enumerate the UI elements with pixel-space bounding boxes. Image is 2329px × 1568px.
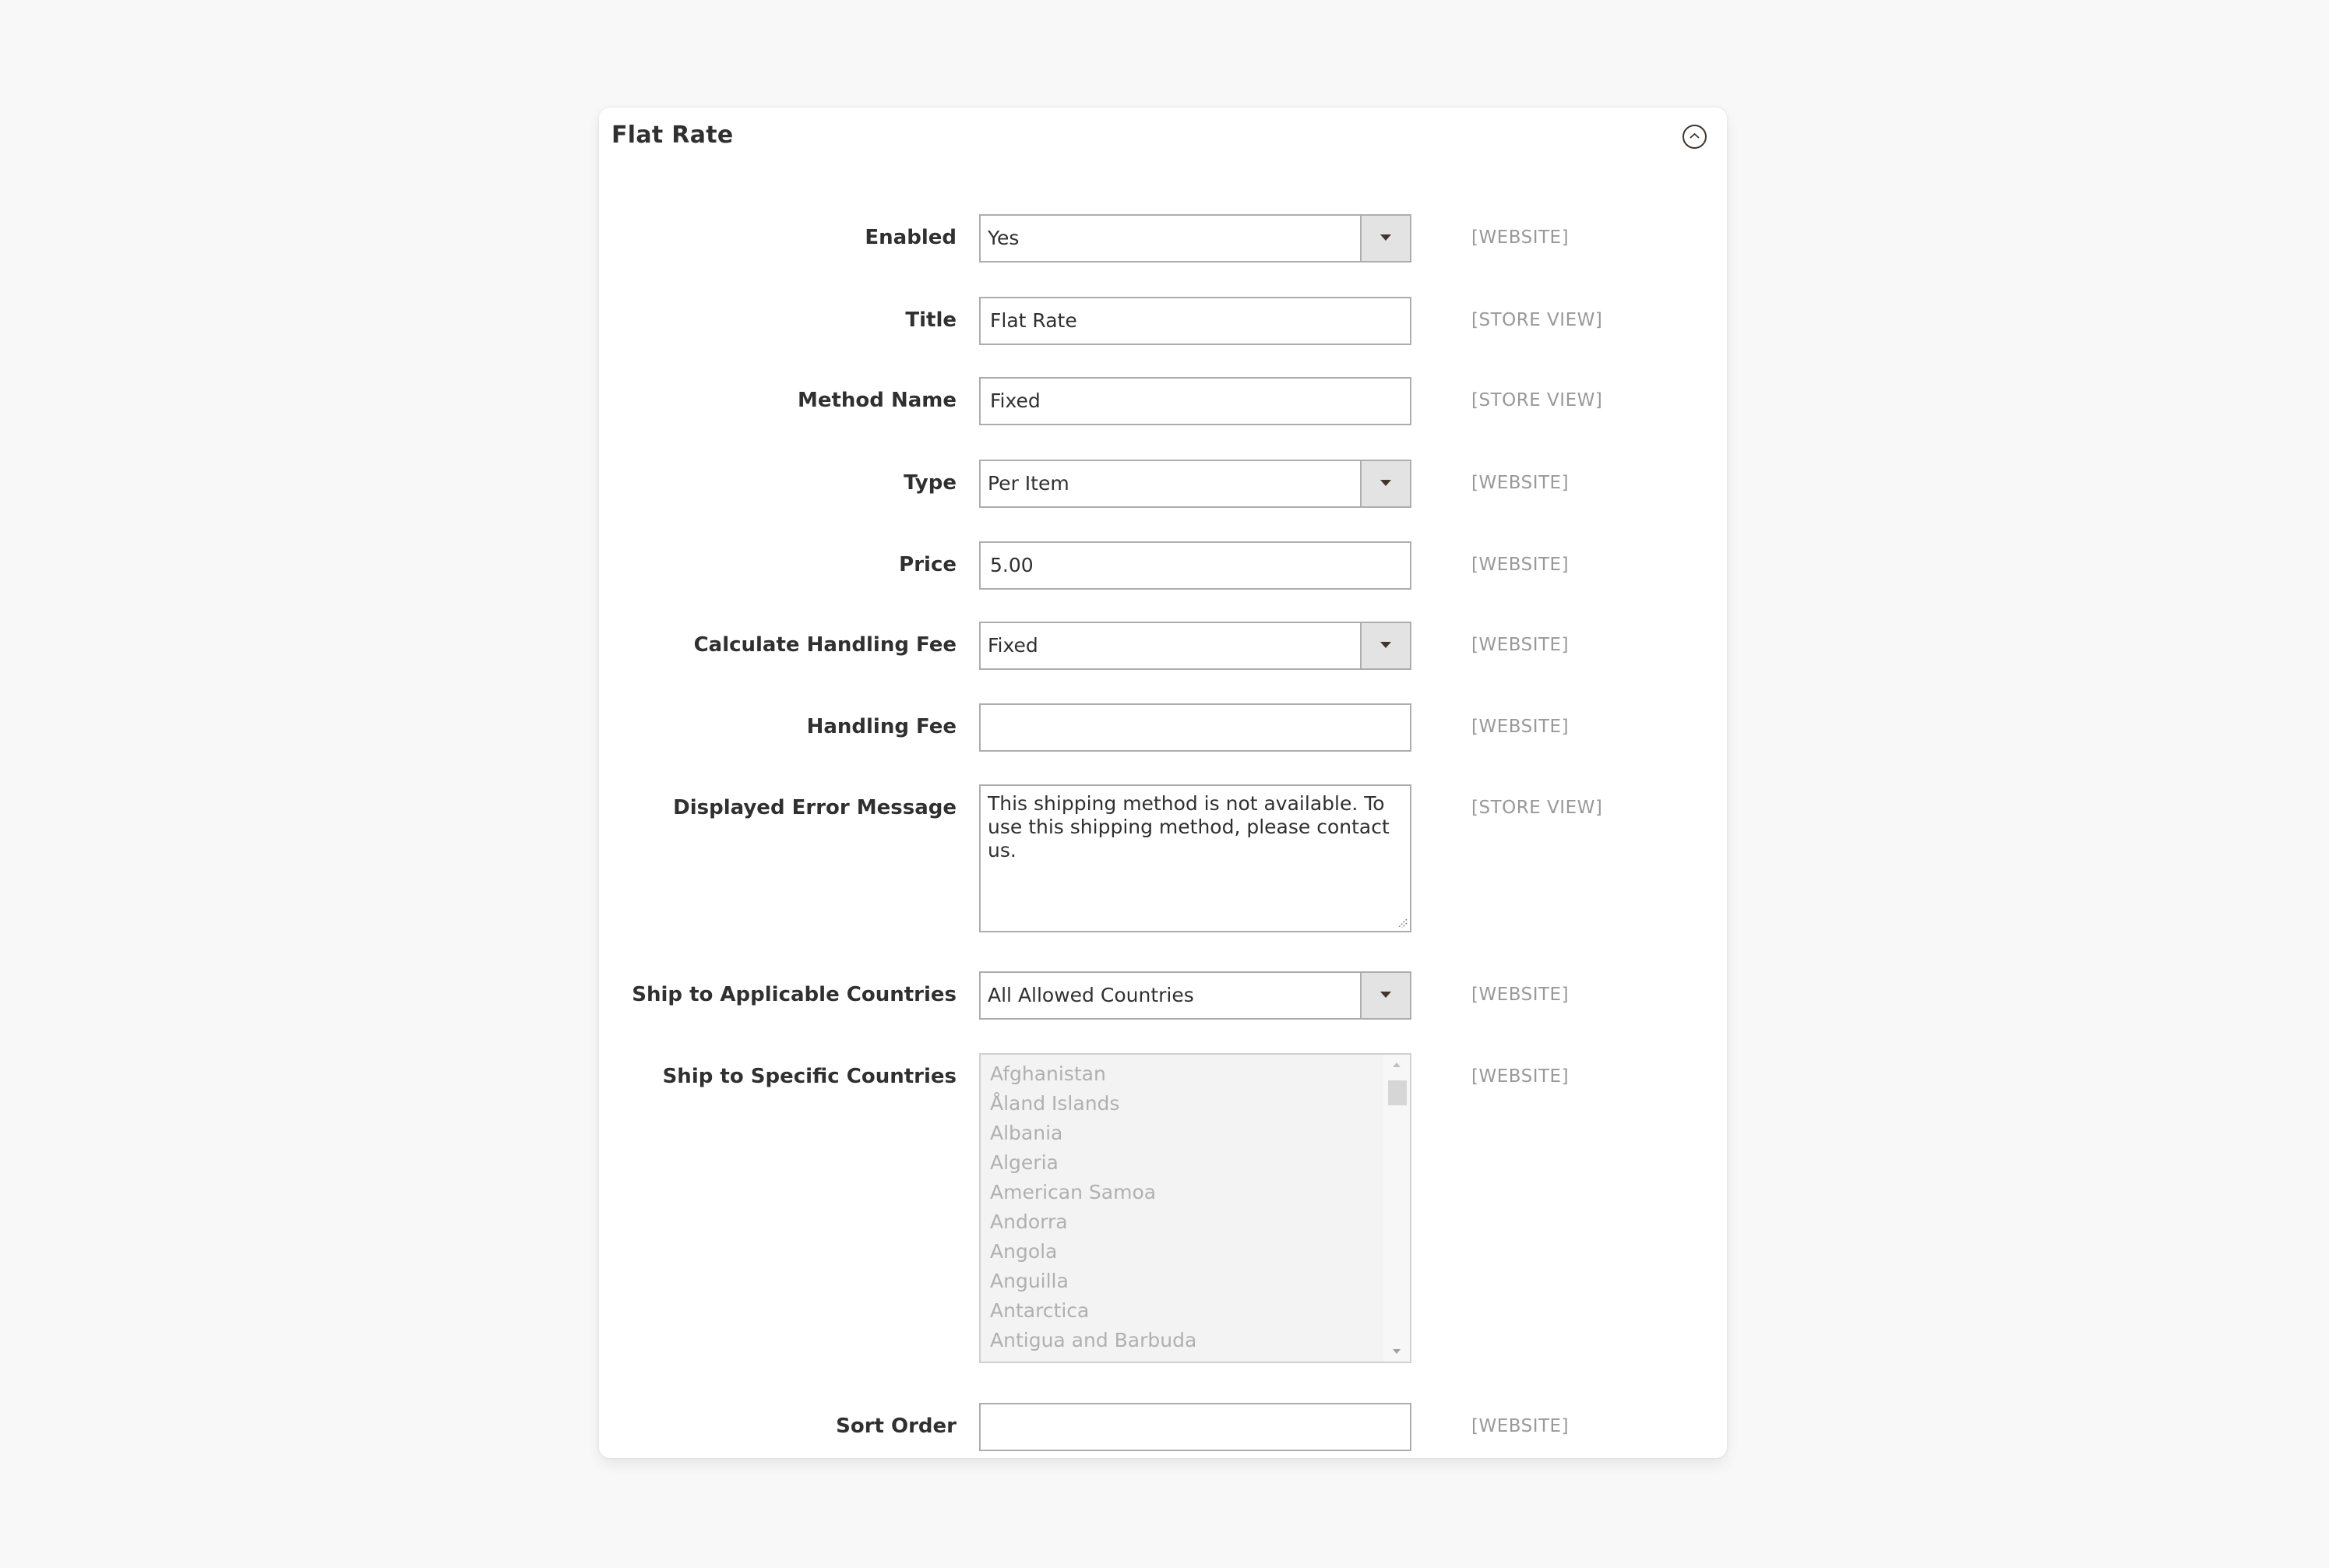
error-message-scope: [STORE VIEW] xyxy=(1471,798,1603,818)
handling-fee-label: Handling Fee xyxy=(806,715,957,738)
scrollbar[interactable] xyxy=(1383,1055,1410,1362)
country-options: Afghanistan Åland Islands Albania Algeri… xyxy=(990,1059,1196,1355)
country-option[interactable]: Anguilla xyxy=(990,1267,1196,1296)
country-option[interactable]: Angola xyxy=(990,1237,1196,1267)
ship-applicable-scope: [WEBSITE] xyxy=(1471,985,1570,1005)
ship-specific-label: Ship to Specific Countries xyxy=(662,1065,957,1088)
country-option[interactable]: Afghanistan xyxy=(990,1059,1196,1089)
scroll-up-arrow-icon[interactable] xyxy=(1393,1062,1401,1067)
error-message-text: This shipping method is not available. T… xyxy=(988,792,1390,862)
country-option[interactable]: Antarctica xyxy=(990,1296,1196,1326)
calc-handling-fee-scope: [WEBSITE] xyxy=(1471,635,1570,655)
caret-down-icon xyxy=(1380,992,1391,998)
country-option[interactable]: Antigua and Barbuda xyxy=(990,1326,1196,1355)
dropdown-button[interactable] xyxy=(1360,461,1410,506)
enabled-select[interactable]: Yes xyxy=(979,214,1411,263)
chevron-up-icon xyxy=(1689,132,1700,139)
ship-applicable-value: All Allowed Countries xyxy=(988,984,1194,1006)
country-option[interactable]: American Samoa xyxy=(990,1178,1196,1207)
calc-handling-fee-value: Fixed xyxy=(988,634,1038,657)
collapse-button[interactable] xyxy=(1682,125,1707,149)
ship-specific-scope: [WEBSITE] xyxy=(1471,1066,1570,1087)
caret-down-icon xyxy=(1380,642,1391,648)
type-scope: [WEBSITE] xyxy=(1471,473,1570,493)
country-option[interactable]: Åland Islands xyxy=(990,1089,1196,1119)
dropdown-button[interactable] xyxy=(1360,623,1410,668)
sort-order-label: Sort Order xyxy=(836,1415,957,1438)
enabled-label: Enabled xyxy=(865,226,957,249)
method-name-label: Method Name xyxy=(797,389,957,412)
country-option[interactable]: Algeria xyxy=(990,1148,1196,1178)
dropdown-button[interactable] xyxy=(1360,973,1410,1018)
sort-order-input[interactable] xyxy=(979,1403,1411,1451)
type-value: Per Item xyxy=(988,472,1069,495)
handling-fee-input[interactable] xyxy=(979,703,1411,752)
ship-applicable-select[interactable]: All Allowed Countries xyxy=(979,971,1411,1020)
type-label: Type xyxy=(904,471,957,495)
ship-applicable-label: Ship to Applicable Countries xyxy=(632,983,957,1006)
enabled-scope: [WEBSITE] xyxy=(1471,227,1570,248)
enabled-value: Yes xyxy=(988,227,1020,249)
country-option[interactable]: Andorra xyxy=(990,1207,1196,1237)
sort-order-scope: [WEBSITE] xyxy=(1471,1416,1570,1436)
title-input[interactable]: Flat Rate xyxy=(979,297,1411,345)
caret-down-icon xyxy=(1380,234,1391,241)
title-label: Title xyxy=(905,308,957,332)
price-label: Price xyxy=(899,553,957,576)
scrollbar-thumb[interactable] xyxy=(1388,1080,1407,1105)
flat-rate-panel: Flat Rate Enabled Yes [WEBSITE] Title Fl… xyxy=(599,107,1727,1458)
price-input[interactable]: 5.00 xyxy=(979,541,1411,590)
title-scope: [STORE VIEW] xyxy=(1471,310,1603,330)
scroll-down-arrow-icon[interactable] xyxy=(1393,1349,1401,1354)
method-name-input[interactable]: Fixed xyxy=(979,377,1411,425)
resize-grip-icon[interactable] xyxy=(1397,918,1408,928)
calc-handling-fee-select[interactable]: Fixed xyxy=(979,622,1411,670)
calc-handling-fee-label: Calculate Handling Fee xyxy=(693,633,957,657)
dropdown-button[interactable] xyxy=(1360,216,1410,261)
panel-title[interactable]: Flat Rate xyxy=(611,122,734,149)
caret-down-icon xyxy=(1380,480,1391,486)
price-scope: [WEBSITE] xyxy=(1471,555,1570,575)
handling-fee-scope: [WEBSITE] xyxy=(1471,717,1570,737)
country-option[interactable]: Albania xyxy=(990,1119,1196,1148)
error-message-label: Displayed Error Message xyxy=(673,796,957,819)
error-message-textarea[interactable]: This shipping method is not available. T… xyxy=(979,784,1411,932)
type-select[interactable]: Per Item xyxy=(979,460,1411,508)
method-name-scope: [STORE VIEW] xyxy=(1471,390,1603,410)
ship-specific-multiselect[interactable]: Afghanistan Åland Islands Albania Algeri… xyxy=(979,1053,1411,1363)
